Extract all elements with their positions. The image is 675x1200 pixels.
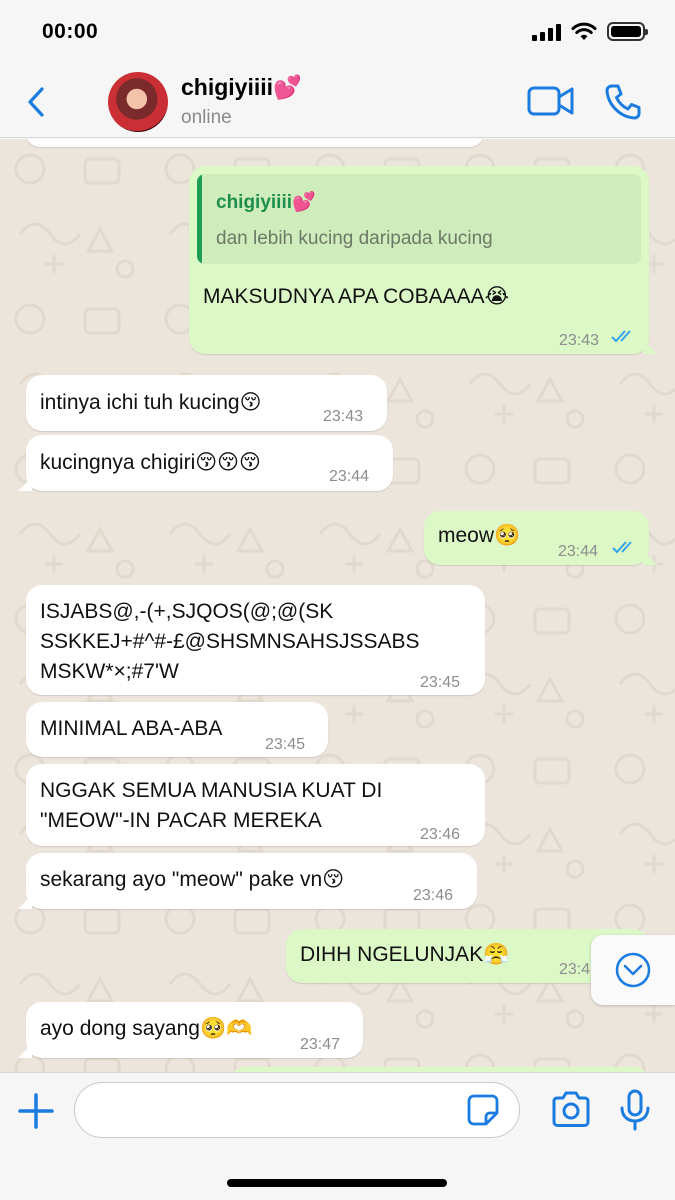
microphone-icon — [620, 1089, 650, 1131]
home-indicator — [227, 1179, 447, 1187]
message-text: MINIMAL ABA-ABA — [40, 717, 223, 740]
bubble-tail — [643, 551, 657, 565]
status-bar: 00:00 — [0, 0, 675, 66]
read-receipt-icon — [611, 330, 631, 343]
scroll-to-bottom-button[interactable] — [591, 935, 675, 1005]
message-time: 23:46 — [420, 826, 461, 843]
message-time: 23:45 — [265, 736, 306, 753]
bubble-tail — [643, 340, 657, 354]
message-outgoing[interactable]: meow🥺 23:44 — [424, 511, 657, 565]
contact-name[interactable]: chigiyiiii💕 — [181, 74, 302, 101]
message-time: 23:44 — [329, 468, 370, 485]
attach-button[interactable] — [16, 1091, 56, 1131]
message-incoming[interactable]: MINIMAL ABA-ABA 23:45 — [26, 702, 328, 757]
chat-header: chigiyiiii💕 online — [0, 66, 675, 138]
partial-message — [26, 139, 484, 147]
message-time: 23:44 — [558, 543, 599, 560]
message-input-bar — [0, 1072, 675, 1200]
message-time: 23:4 — [559, 961, 591, 978]
message-text: ayo dong sayang🥺🫶 — [40, 1017, 253, 1040]
contact-avatar[interactable] — [108, 72, 168, 132]
message-time: 23:43 — [323, 408, 364, 425]
sticker-icon — [467, 1094, 499, 1126]
back-chevron-icon — [28, 87, 44, 117]
reply-text: dan lebih kucing daripada kucing — [216, 228, 493, 249]
reply-quote-bar — [197, 174, 202, 264]
battery-icon — [607, 22, 648, 41]
cellular-signal-icon — [532, 23, 561, 41]
message-text: sekarang ayo "meow" pake vn😚 — [40, 868, 345, 891]
read-receipt-icon — [612, 541, 632, 554]
message-text-line: ISJABS@,-(+,SJQOS(@;@(SK — [40, 600, 334, 623]
message-incoming[interactable]: ayo dong sayang🥺🫶 23:47 — [18, 1002, 363, 1058]
chat-area[interactable]: chigiyiiii💕 dan lebih kucing daripada ku… — [0, 139, 675, 1072]
plus-icon — [18, 1093, 54, 1129]
camera-button[interactable] — [550, 1091, 592, 1129]
message-input[interactable] — [74, 1082, 520, 1138]
message-time: 23:43 — [559, 332, 600, 349]
bubble-tail — [18, 1044, 32, 1058]
video-call-icon — [527, 86, 574, 116]
status-icons — [532, 22, 648, 41]
message-text-line: MSKW*×;#7'W — [40, 660, 179, 683]
bubble-tail — [18, 895, 32, 909]
message-text: intinya ichi tuh kucing😚 — [40, 391, 262, 414]
message-text: meow🥺 — [438, 524, 521, 547]
reply-quote[interactable]: chigiyiiii💕 dan lebih kucing daripada ku… — [197, 174, 641, 264]
message-text: MAKSUDNYA APA COBAAAA😭 — [203, 285, 510, 308]
video-call-button[interactable] — [527, 84, 575, 118]
phone-icon — [605, 84, 641, 120]
message-text-line: NGGAK SEMUA MANUSIA KUAT DI — [40, 779, 383, 802]
message-text-line: "MEOW"-IN PACAR MEREKA — [40, 809, 322, 832]
message-text: DIHH NGELUNJAK😤 — [300, 943, 510, 966]
reply-author: chigiyiiii💕 — [216, 192, 316, 213]
chevron-down-icon — [615, 952, 651, 988]
message-text-line: SSKKEJ+#^#-£@SHSMNSAHSJSSABS — [40, 630, 420, 653]
message-incoming[interactable]: ISJABS@,-(+,SJQOS(@;@(SK SSKKEJ+#^#-£@SH… — [26, 585, 485, 695]
sticker-button[interactable] — [466, 1093, 500, 1127]
back-button[interactable] — [18, 80, 54, 124]
message-incoming[interactable]: intinya ichi tuh kucing😚 23:43 — [26, 375, 387, 431]
microphone-button[interactable] — [618, 1089, 652, 1131]
voice-call-button[interactable] — [603, 82, 643, 122]
camera-icon — [552, 1091, 590, 1127]
wifi-icon — [571, 22, 597, 40]
message-time: 23:47 — [300, 1036, 341, 1053]
message-incoming[interactable]: NGGAK SEMUA MANUSIA KUAT DI "MEOW"-IN PA… — [26, 764, 485, 846]
status-time: 00:00 — [42, 20, 99, 43]
contact-status: online — [181, 107, 232, 128]
message-outgoing[interactable]: chigiyiiii💕 dan lebih kucing daripada ku… — [189, 166, 657, 354]
message-time: 23:46 — [413, 887, 454, 904]
message-incoming[interactable]: sekarang ayo "meow" pake vn😚 23:46 — [18, 853, 477, 909]
bubble-tail — [18, 477, 32, 491]
message-text: kucingnya chigiri😚😚😚 — [40, 451, 261, 474]
message-incoming[interactable]: kucingnya chigiri😚😚😚 23:44 — [18, 435, 393, 491]
message-time: 23:45 — [420, 674, 461, 691]
